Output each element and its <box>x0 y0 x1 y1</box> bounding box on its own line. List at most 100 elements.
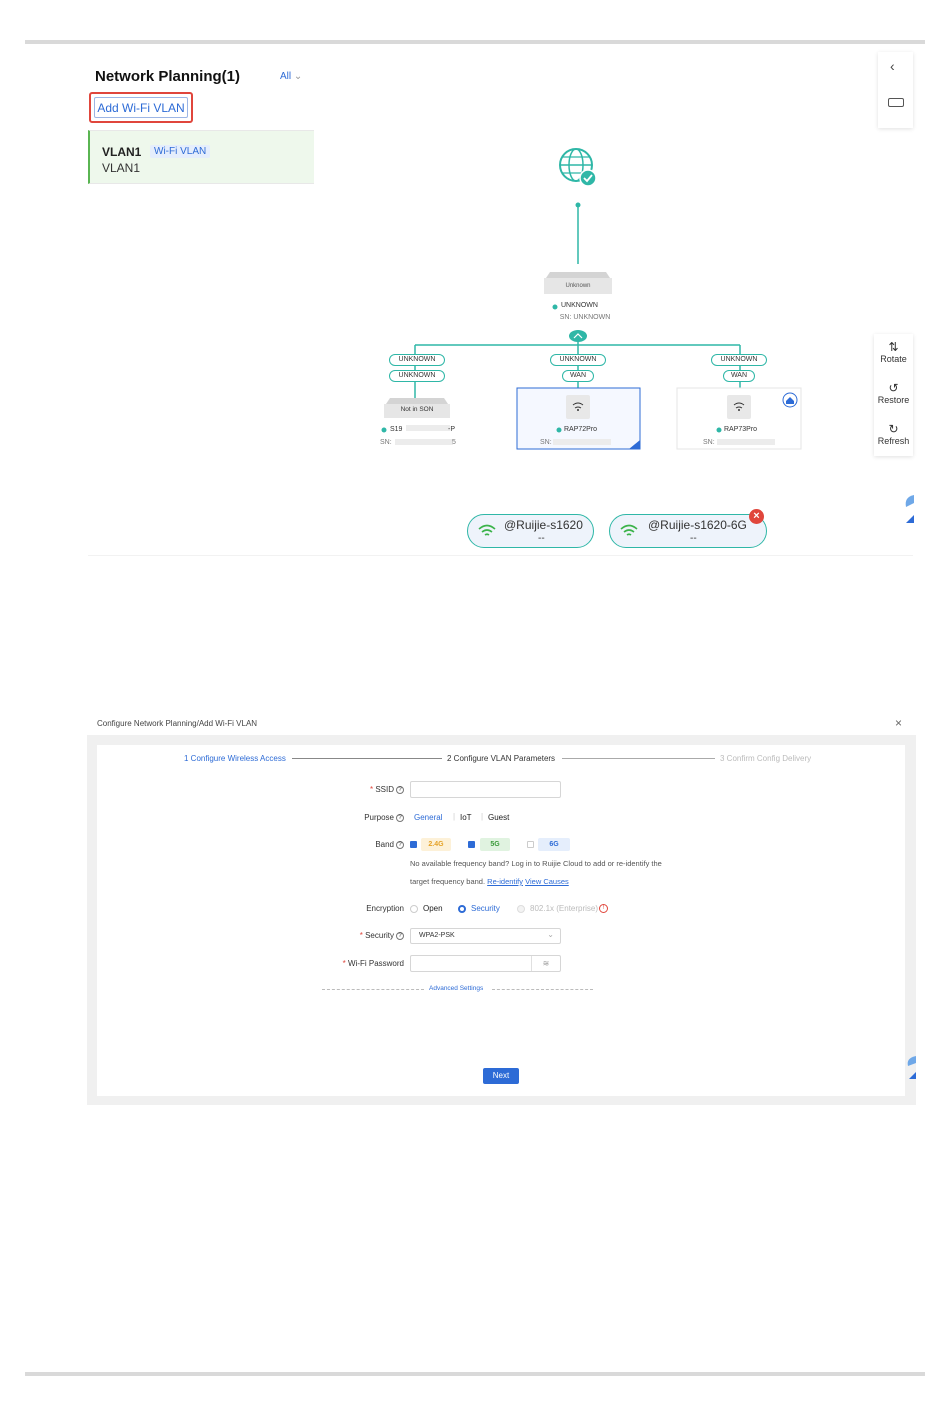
rap73-name[interactable]: RAP73Pro <box>724 426 757 433</box>
band-6g-badge: 6G <box>538 838 570 851</box>
band-note: No available frequency band? Log in to R… <box>410 859 662 868</box>
warning-icon: ! <box>599 904 608 913</box>
purpose-divider: | <box>453 812 456 821</box>
step-2: 2 Configure VLAN Parameters <box>447 754 556 763</box>
switch-sn: SN: <box>380 439 392 446</box>
rotate-button[interactable]: ⇅ Rotate <box>874 340 913 364</box>
root-device-label: Unknown <box>565 283 591 289</box>
encryption-security-radio[interactable] <box>458 905 466 913</box>
vlan-name: VLAN1 <box>102 145 142 159</box>
root-status-dot <box>552 304 558 310</box>
purpose-general[interactable]: General <box>414 813 442 822</box>
vlan-type-tag: Wi-Fi VLAN <box>150 145 211 158</box>
side-panel-top: ‹ <box>878 52 913 128</box>
encryption-enterprise: 802.1x (Enterprise) <box>530 904 599 913</box>
purpose-guest[interactable]: Guest <box>488 813 509 822</box>
ssid-name: @Ruijie-s1620-6G <box>648 518 747 532</box>
band-5g-checkbox[interactable] <box>468 841 475 848</box>
add-wifi-vlan-highlight: Add Wi-Fi VLAN <box>89 92 193 123</box>
floating-assistant-icon[interactable] <box>902 493 914 527</box>
root-device-sn: SN: UNKNOWN <box>559 314 611 321</box>
delete-ssid-icon[interactable]: × <box>749 509 764 524</box>
switch-name-suffix: -P <box>448 426 455 433</box>
purpose-divider: | <box>481 812 484 821</box>
collapse-chevron-left-icon[interactable]: ‹ <box>890 58 895 74</box>
security-select[interactable]: WPA2-PSK ⌄ <box>410 928 561 944</box>
topology-svg <box>381 148 802 450</box>
ssid-card[interactable]: @Ruijie-s1620-6G -- <box>609 514 767 548</box>
band-6g-checkbox[interactable] <box>527 841 534 848</box>
refresh-button[interactable]: ↻ Refresh <box>874 422 913 446</box>
close-icon[interactable]: × <box>895 716 902 730</box>
vlan-list-item[interactable]: VLAN1 Wi-Fi VLAN VLAN1 <box>88 130 314 184</box>
vlan-description: VLAN1 <box>102 161 141 175</box>
device-icon[interactable] <box>888 98 904 107</box>
encryption-label: Encryption <box>366 904 404 913</box>
band-label: Band? <box>254 840 404 849</box>
step-3: 3 Confirm Config Delivery <box>720 754 812 763</box>
step-connector <box>292 758 442 759</box>
security-label: * Security? <box>254 931 404 940</box>
port-pill: UNKNOWN <box>550 354 606 366</box>
help-icon: ? <box>396 785 404 794</box>
switch-sn-suffix: 5 <box>452 439 456 446</box>
rotate-label: Rotate <box>880 354 907 364</box>
rap72-sn: SN: <box>540 439 552 446</box>
ssid-value: -- <box>690 533 697 544</box>
help-icon: ? <box>396 840 404 849</box>
rap72-name[interactable]: RAP72Pro <box>564 426 597 433</box>
help-icon: ? <box>396 931 404 940</box>
eye-hidden-icon[interactable]: ≋ <box>531 956 560 971</box>
restore-icon: ↺ <box>888 381 899 395</box>
collapse-toggle-icon <box>569 330 587 342</box>
switch-son-label: Not in SON <box>400 406 434 413</box>
port-pill: UNKNOWN <box>389 370 445 382</box>
filter-dropdown[interactable]: All ⌄ <box>280 71 302 82</box>
rotate-icon: ⇅ <box>888 340 899 354</box>
encryption-open[interactable]: Open <box>423 904 443 913</box>
advanced-settings-link[interactable]: Advanced Settings <box>429 985 483 992</box>
band-5g-badge: 5G <box>480 838 510 851</box>
ssid-input[interactable] <box>410 781 561 798</box>
help-icon: ? <box>396 813 404 822</box>
switch-name[interactable]: S19 <box>390 426 402 433</box>
sn-redaction-1 <box>395 439 453 445</box>
root-device-status: UNKNOWN <box>561 302 598 309</box>
sn-redaction-2 <box>553 439 611 445</box>
port-pill: UNKNOWN <box>389 354 445 366</box>
sn-redaction-3 <box>717 439 775 445</box>
port-pill: WAN <box>562 370 594 382</box>
purpose-label: Purpose? <box>254 813 404 822</box>
port-pill: UNKNOWN <box>711 354 767 366</box>
ssid-value: -- <box>538 533 545 544</box>
wifi-icon <box>478 524 496 536</box>
refresh-label: Refresh <box>877 436 910 446</box>
encryption-security[interactable]: Security <box>471 904 500 913</box>
ssid-card[interactable]: @Ruijie-s1620 -- <box>467 514 594 548</box>
band-2-4g-checkbox[interactable] <box>410 841 417 848</box>
port-pill: WAN <box>723 370 755 382</box>
chevron-down-icon: ⌄ <box>547 930 554 939</box>
bottom-divider <box>25 1372 925 1376</box>
advanced-divider <box>322 989 424 990</box>
step-1: 1 Configure Wireless Access <box>184 754 286 763</box>
switch-status-dot <box>381 427 387 433</box>
rap72-status-dot <box>556 427 562 433</box>
purpose-iot[interactable]: IoT <box>460 813 472 822</box>
encryption-open-radio[interactable] <box>410 905 418 913</box>
floating-assistant-icon[interactable] <box>904 1055 916 1081</box>
view-causes-link[interactable]: View Causes <box>525 877 569 886</box>
reidentify-link[interactable]: Re-identify <box>487 877 523 886</box>
add-wifi-vlan-button[interactable]: Add Wi-Fi VLAN <box>94 97 188 118</box>
page-title: Network Planning(1) <box>95 68 241 85</box>
band-2-4g-badge: 2.4G <box>421 838 451 851</box>
advanced-divider <box>492 989 593 990</box>
rap73-status-dot <box>716 427 722 433</box>
next-button[interactable]: Next <box>483 1068 519 1084</box>
refresh-icon: ↻ <box>888 422 899 436</box>
encryption-enterprise-radio <box>517 905 525 913</box>
ssid-field-label: * SSID? <box>254 785 404 794</box>
restore-button[interactable]: ↺ Restore <box>874 381 913 405</box>
restore-label: Restore <box>877 395 910 405</box>
password-label: * Wi-Fi Password <box>342 959 404 968</box>
